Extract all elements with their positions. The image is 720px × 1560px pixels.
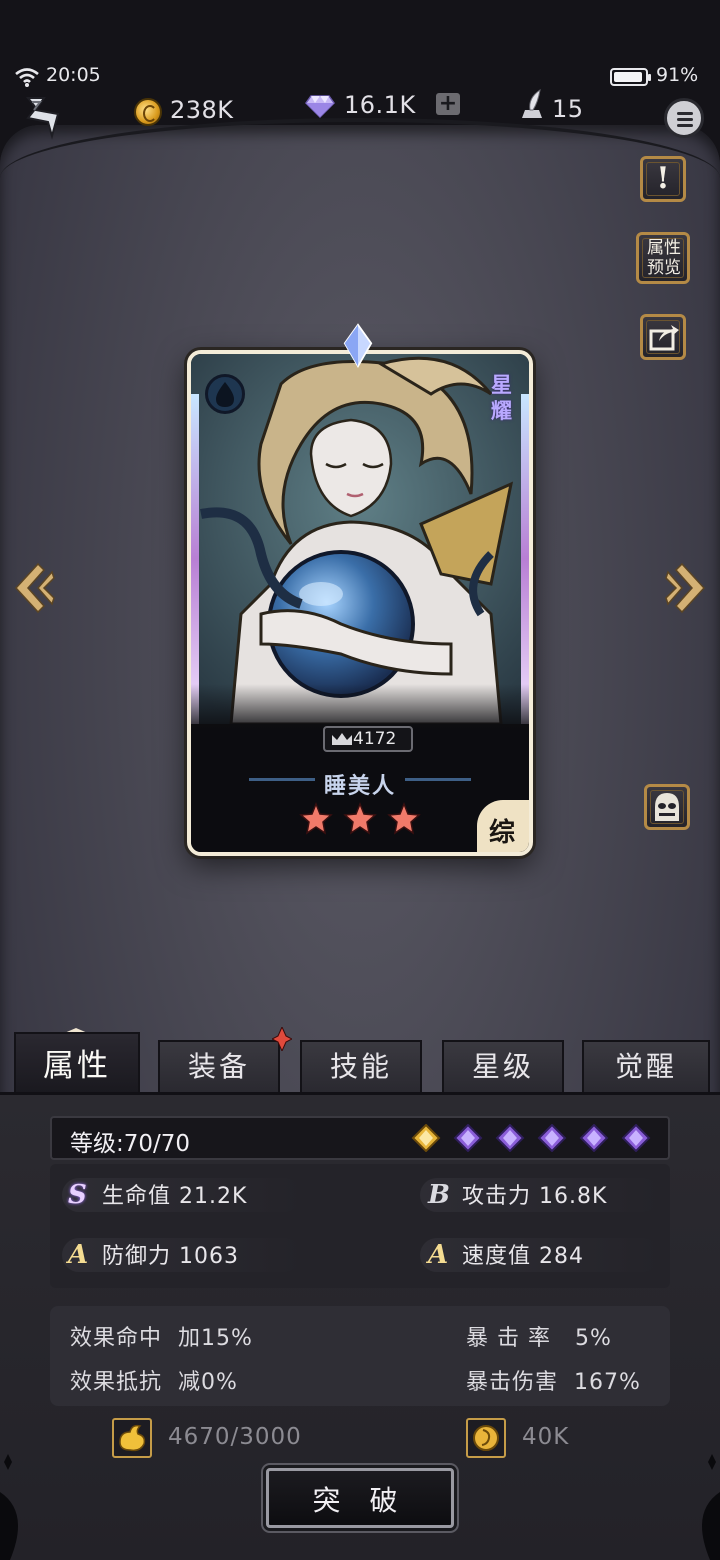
tab-equipment[interactable]: 装备: [158, 1040, 280, 1092]
attribute-preview-label: 属性预览: [647, 238, 681, 278]
corner-ornament-right: [702, 1454, 720, 1560]
breakthrough-button[interactable]: 突 破: [266, 1468, 454, 1528]
crown-icon: [332, 733, 352, 745]
exclamation-icon: !: [656, 161, 670, 196]
mask-icon: [655, 793, 679, 821]
wifi-icon: [15, 68, 39, 87]
stat-effect-hit: 效果命中 加15%: [70, 1326, 253, 1351]
next-hero-arrow[interactable]: [664, 560, 708, 616]
tab-skills[interactable]: 技能: [300, 1040, 422, 1092]
hero-star-rating: [299, 802, 421, 835]
stat-crit-rate: 暴 击 率 5%: [466, 1326, 612, 1351]
stat-crit-damage: 暴击伤害 167%: [466, 1370, 641, 1395]
grade-a-icon: A: [428, 1240, 450, 1270]
gold-coin-icon: [134, 98, 162, 126]
add-diamond-button[interactable]: +: [436, 93, 460, 115]
menu-button[interactable]: [664, 98, 704, 138]
previous-hero-arrow[interactable]: [12, 560, 56, 616]
water-element-icon: [205, 374, 245, 414]
level-text: 等级:70/70: [70, 1131, 191, 1157]
skin-button[interactable]: [644, 784, 690, 830]
tab-attributes[interactable]: 属性: [14, 1032, 140, 1092]
share-icon: [649, 325, 679, 351]
class-badge: 综: [477, 800, 529, 852]
gold-coin-icon[interactable]: [466, 1418, 506, 1458]
level-gem-icon: [537, 1124, 567, 1152]
attribute-preview-button[interactable]: 属性预览: [636, 232, 690, 284]
material-icon[interactable]: [112, 1418, 152, 1458]
back-button[interactable]: [18, 92, 68, 142]
grade-a-icon: A: [68, 1240, 90, 1270]
card-frame-right: [521, 394, 529, 724]
tab-awaken[interactable]: 觉醒: [582, 1040, 710, 1092]
stat-attack-label: 攻击力 16.8K: [462, 1184, 608, 1209]
corner-ornament-left: [0, 1454, 18, 1560]
star-icon: [343, 802, 377, 835]
level-gem-icon: [495, 1124, 525, 1152]
status-time: 20:05: [46, 64, 101, 86]
battery-percent: 91%: [656, 64, 699, 86]
card-frame-left: [191, 394, 199, 724]
grade-b-icon: B: [428, 1180, 451, 1210]
star-icon: [299, 802, 333, 835]
level-gem-icon: [579, 1124, 609, 1152]
battery-icon: [610, 68, 651, 86]
coin-cost: 40K: [522, 1424, 570, 1450]
stat-defense: A 防御力 1063: [68, 1238, 239, 1270]
stat-defense-label: 防御力 1063: [102, 1244, 239, 1269]
stat-speed-label: 速度值 284: [462, 1244, 584, 1269]
combat-power-value: 4172: [353, 729, 397, 749]
stat-attack: B 攻击力 16.8K: [428, 1178, 607, 1210]
level-gem-icon: [453, 1124, 483, 1152]
card-crystal-icon: [343, 323, 373, 369]
breakthrough-label: 突 破: [312, 1484, 408, 1517]
share-button[interactable]: [640, 314, 686, 360]
class-label: 综: [489, 818, 516, 848]
stat-effect-resist: 效果抵抗 减0%: [70, 1370, 238, 1395]
stat-hp-label: 生命值 21.2K: [102, 1184, 248, 1209]
hero-name: 睡美人: [323, 774, 396, 799]
stat-speed: A 速度值 284: [428, 1238, 584, 1270]
quill-ink-icon: [522, 88, 542, 118]
grade-s-icon: S: [68, 1180, 88, 1210]
combat-power-plate: 4172: [323, 726, 413, 752]
level-gem-icon: [411, 1124, 441, 1152]
notification-badge: [272, 1027, 292, 1051]
stat-hp: S 生命值 21.2K: [68, 1178, 247, 1210]
hero-card[interactable]: 星耀 4172 睡美人 综: [187, 350, 533, 856]
level-gem-indicators: [411, 1124, 651, 1152]
material-count: 4670/3000: [168, 1424, 302, 1450]
quill-amount: 15: [552, 95, 584, 123]
rarity-label: 星耀: [491, 373, 512, 423]
info-button[interactable]: !: [640, 156, 686, 202]
star-icon: [387, 802, 421, 835]
tab-star-level[interactable]: 星级: [442, 1040, 564, 1092]
level-gem-icon: [621, 1124, 651, 1152]
gold-amount: 238K: [170, 96, 234, 124]
diamond-icon: [305, 95, 335, 118]
diamond-amount: 16.1K: [344, 91, 416, 119]
